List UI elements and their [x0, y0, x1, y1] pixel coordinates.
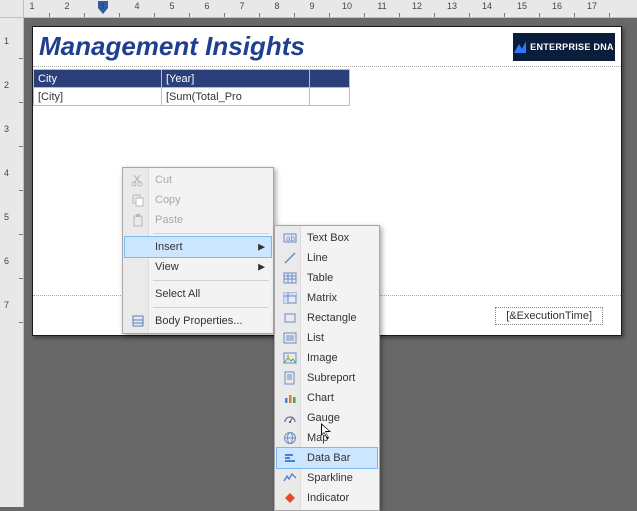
- insert-item-map[interactable]: Map: [277, 428, 377, 448]
- insert-item-line[interactable]: Line: [277, 248, 377, 268]
- menu-item-label: Body Properties...: [155, 315, 242, 327]
- menu-item-copy: Copy: [125, 190, 271, 210]
- props-icon: [129, 313, 147, 329]
- insert-item-table[interactable]: Table: [277, 268, 377, 288]
- svg-text:ab: ab: [286, 234, 295, 243]
- col-header[interactable]: [310, 70, 350, 88]
- line-icon: [281, 250, 299, 266]
- tablix[interactable]: City [Year] [City] [Sum(Total_Pro: [33, 69, 350, 106]
- copy-icon: [129, 192, 147, 208]
- submenu-arrow-icon: ▶: [258, 242, 265, 253]
- menu-item-label: Rectangle: [307, 312, 357, 324]
- insert-submenu[interactable]: ab Text Box Line Table Matrix Rectangle List Im…: [274, 225, 380, 511]
- insert-item-data-bar[interactable]: Data Bar: [277, 448, 377, 468]
- insert-item-sparkline[interactable]: Sparkline: [277, 468, 377, 488]
- menu-item-label: List: [307, 332, 324, 344]
- menu-item-label: Matrix: [307, 292, 337, 304]
- ruler-horizontal: 1234567891011121314151617: [24, 0, 637, 18]
- table-header-row: City [Year]: [34, 70, 350, 88]
- indicator-icon: [281, 490, 299, 506]
- menu-item-label: Data Bar: [307, 452, 350, 464]
- image-icon: [281, 350, 299, 366]
- col-header[interactable]: [Year]: [162, 70, 310, 88]
- menu-item-label: Insert: [155, 241, 183, 253]
- context-menu[interactable]: Cut Copy Paste Insert ▶ View ▶ Select All Body P…: [122, 167, 274, 334]
- menu-item-label: Paste: [155, 214, 183, 226]
- rect-icon: [281, 310, 299, 326]
- matrix-icon: [281, 290, 299, 306]
- insert-item-subreport[interactable]: Subreport: [277, 368, 377, 388]
- insert-item-image[interactable]: Image: [277, 348, 377, 368]
- insert-item-rectangle[interactable]: Rectangle: [277, 308, 377, 328]
- chart-icon: [281, 390, 299, 406]
- col-header[interactable]: City: [34, 70, 162, 88]
- insert-item-list[interactable]: List: [277, 328, 377, 348]
- gauge-icon: [281, 410, 299, 426]
- brand-logo-text: ENTERPRISE DNA: [530, 42, 614, 52]
- menu-item-view[interactable]: View ▶: [125, 257, 271, 277]
- subreport-icon: [281, 370, 299, 386]
- cell[interactable]: [310, 88, 350, 106]
- report-title: Management Insights: [39, 31, 513, 62]
- cell[interactable]: [Sum(Total_Pro: [162, 88, 310, 106]
- insert-item-gauge[interactable]: Gauge: [277, 408, 377, 428]
- cut-icon: [129, 172, 147, 188]
- menu-item-label: Sparkline: [307, 472, 353, 484]
- submenu-arrow-icon: ▶: [258, 262, 265, 273]
- databar-icon: [281, 450, 299, 466]
- paste-icon: [129, 212, 147, 228]
- brand-logo: ENTERPRISE DNA: [513, 33, 615, 61]
- menu-item-label: Text Box: [307, 232, 349, 244]
- map-icon: [281, 430, 299, 446]
- menu-item-label: Line: [307, 252, 328, 264]
- menu-item-label: Cut: [155, 174, 172, 186]
- menu-item-label: Image: [307, 352, 338, 364]
- menu-item-insert[interactable]: Insert ▶: [125, 237, 271, 257]
- insert-item-indicator[interactable]: Indicator: [277, 488, 377, 508]
- table-row: [City] [Sum(Total_Pro: [34, 88, 350, 106]
- footer-execution-time[interactable]: [&ExecutionTime]: [495, 307, 603, 325]
- ruler-corner: [0, 0, 24, 18]
- menu-item-label: Subreport: [307, 372, 355, 384]
- menu-item-label: Table: [307, 272, 333, 284]
- menu-item-label: Copy: [155, 194, 181, 206]
- menu-item-select-all[interactable]: Select All: [125, 284, 271, 304]
- insert-item-text-box[interactable]: ab Text Box: [277, 228, 377, 248]
- cell[interactable]: [City]: [34, 88, 162, 106]
- menu-item-label: Gauge: [307, 412, 340, 424]
- menu-item-label: Select All: [155, 288, 200, 300]
- ruler-vertical: 1234567: [0, 18, 24, 507]
- menu-item-label: Indicator: [307, 492, 349, 504]
- menu-item-label: Map: [307, 432, 328, 444]
- menu-item-label: Chart: [307, 392, 334, 404]
- menu-item-paste: Paste: [125, 210, 271, 230]
- sparkline-icon: [281, 470, 299, 486]
- menu-item-label: View: [155, 261, 179, 273]
- list-icon: [281, 330, 299, 346]
- menu-item-cut: Cut: [125, 170, 271, 190]
- textbox-icon: ab: [281, 230, 299, 246]
- table-icon: [281, 270, 299, 286]
- menu-item-body-properties[interactable]: Body Properties...: [125, 311, 271, 331]
- insert-item-matrix[interactable]: Matrix: [277, 288, 377, 308]
- insert-item-chart[interactable]: Chart: [277, 388, 377, 408]
